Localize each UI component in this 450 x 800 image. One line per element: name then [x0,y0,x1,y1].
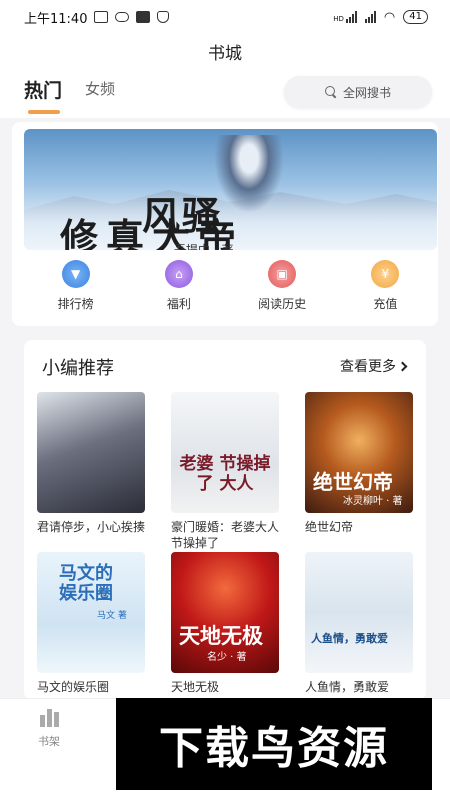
book-cover: 天地无极 名少 · 著 [171,552,279,673]
signal-icon: HD [333,11,357,23]
tab-female[interactable]: 女频 [85,78,115,99]
banner-hero-figure [214,135,284,213]
recommend-section: 小编推荐 查看更多 君请停步，小心挨揍 老婆 节操掉了 大人 豪门暖婚：老婆大人… [24,340,426,700]
history-icon: ▣ [268,260,297,288]
watermark-overlay: 下载鸟资源 [116,698,432,790]
gift-house-icon: ⌂ [164,260,193,288]
recommend-title: 小编推荐 [42,358,114,379]
nav-history-label: 阅读历史 [258,297,307,311]
book-item[interactable]: 人鱼情，勇敢爱 人鱼情，勇敢爱 [305,552,413,695]
book-title: 天地无极 [171,680,220,694]
tab-bookshelf-label: 书架 [38,735,60,748]
see-more-link[interactable]: 查看更多 [340,356,408,376]
wifi-icon: ◠ [383,9,396,25]
phone-icon [157,11,170,23]
book-cover-title: 人鱼情，勇敢爱 [311,632,388,645]
book-cover-title: 天地无极 [179,623,263,648]
nav-recharge-label: 充值 [373,297,398,311]
book-cover-title: 马文的 娱乐圈 [59,563,113,604]
book-cover: 老婆 节操掉了 大人 [171,392,279,513]
search-box[interactable]: 全网搜书 [284,76,432,108]
book-cover: 绝世幻帝 冰灵柳叶 · 著 [305,392,413,513]
nav-welfare-label: 福利 [166,297,191,311]
status-right: HD ◠ 41 [333,10,428,25]
book-cover: 马文的 娱乐圈 马文 著 [37,552,145,673]
book-title: 马文的娱乐圈 [37,680,110,694]
nav-recharge[interactable]: ¥ 充值 [345,260,425,320]
status-time: 上午11:40 [24,11,88,27]
see-more-label: 查看更多 [340,359,396,375]
search-icon [324,86,337,98]
book-title: 人鱼情，勇敢爱 [305,680,390,694]
nav-history[interactable]: ▣ 阅读历史 [242,260,322,320]
book-cover-author: 名少 · 著 [207,652,247,663]
chevron-right-icon [397,361,408,371]
book-item[interactable]: 老婆 节操掉了 大人 豪门暖婚：老婆大人节操掉了 [171,392,279,551]
page-title: 书城 [208,43,242,64]
status-bar: 上午11:40 HD ◠ 41 [0,0,450,34]
nav-welfare[interactable]: ⌂ 福利 [139,260,219,320]
banner-card: 风骚 修真大帝 吾提中 · 著 ▼ 排行榜 ⌂ 福利 ▣ 阅读历史 ¥ 充值 [12,122,438,326]
nav-rank-label: 排行榜 [57,297,94,311]
recharge-icon: ¥ [371,260,400,288]
book-cover-author: 马文 著 [97,611,127,621]
active-tab-indicator [28,110,60,114]
tabs-row: 热门 女频 全网搜书 [0,68,450,118]
book-cover-author: 冰灵柳叶 · 著 [343,496,403,507]
quick-nav: ▼ 排行榜 ⌂ 福利 ▣ 阅读历史 ¥ 充值 [24,260,437,320]
status-left: 上午11:40 [24,8,170,27]
book-item[interactable]: 马文的 娱乐圈 马文 著 马文的娱乐圈 [37,552,145,695]
tab-hot[interactable]: 热门 [24,76,62,103]
search-placeholder: 全网搜书 [342,85,391,100]
message-icon [94,11,109,23]
tab-bookshelf[interactable]: 书架 [38,709,60,749]
book-cover: 人鱼情，勇敢爱 [305,552,413,673]
book-title: 君请停步，小心挨揍 [37,520,146,534]
book-title: 绝世幻帝 [305,520,354,534]
app-header: 书城 [0,34,450,68]
battery-icon: 41 [403,10,428,24]
bookshelf-icon [39,709,59,727]
book-item[interactable]: 君请停步，小心挨揍 [37,392,145,535]
book-cover-title: 老婆 节操掉了 大人 [179,454,271,494]
book-item[interactable]: 天地无极 名少 · 著 天地无极 [171,552,279,695]
download-icon [136,11,151,23]
banner-author: 吾提中 · 著 [174,243,234,250]
trophy-icon: ▼ [61,260,90,288]
banner[interactable]: 风骚 修真大帝 吾提中 · 著 [24,129,437,250]
signal-icon-2 [364,11,376,23]
nav-rank[interactable]: ▼ 排行榜 [36,260,116,320]
cloud-icon [115,12,130,22]
book-title: 豪门暖婚：老婆大人节操掉了 [171,520,280,550]
book-item[interactable]: 绝世幻帝 冰灵柳叶 · 著 绝世幻帝 [305,392,413,535]
book-cover [37,392,145,513]
book-cover-title: 绝世幻帝 [313,470,393,494]
